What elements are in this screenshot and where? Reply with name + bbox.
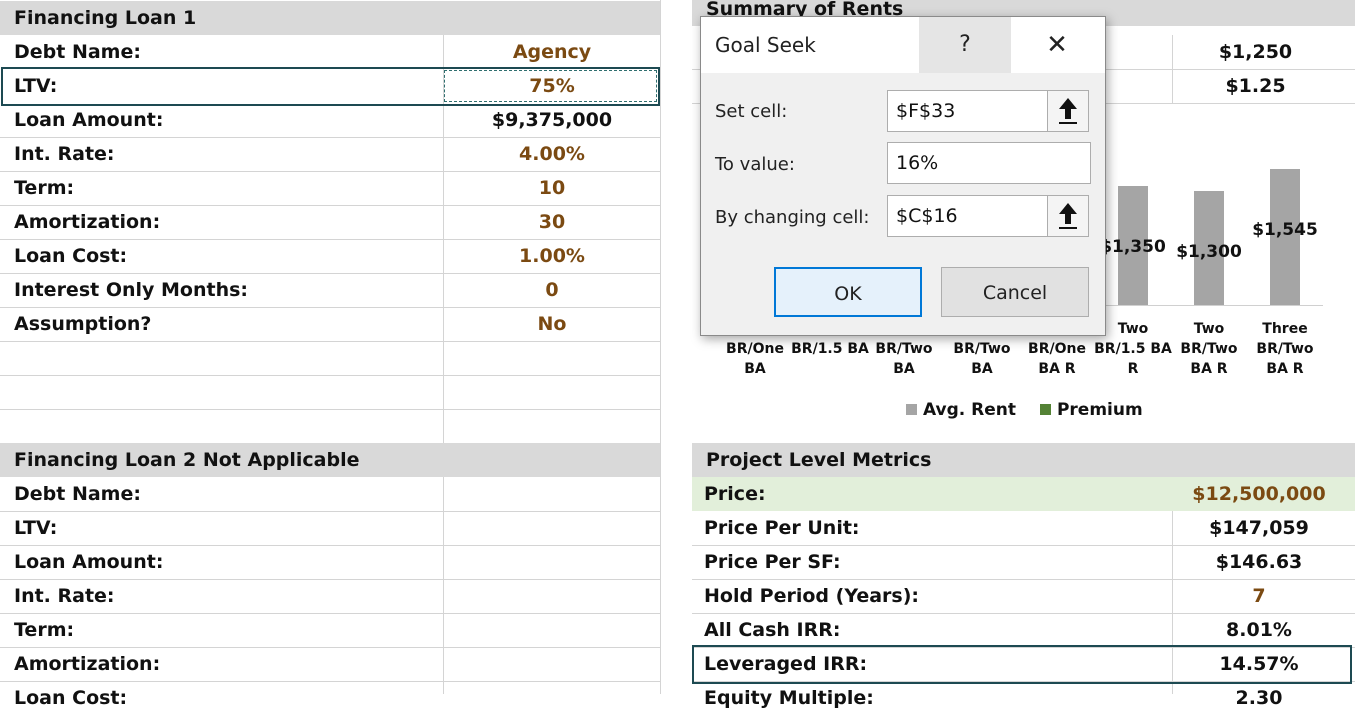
bar-data-label: $1,545 [1252, 220, 1318, 240]
metric-value[interactable]: 2.30 [1173, 681, 1345, 715]
set-cell-label: Set cell: [715, 101, 788, 122]
category-label: BR/Two BA [875, 341, 933, 377]
loan1-value[interactable]: 10 [444, 171, 660, 205]
metric-label[interactable]: Price Per Unit: [690, 511, 860, 545]
loan1-label[interactable]: Term: [0, 171, 74, 205]
help-button[interactable]: ? [919, 17, 1011, 73]
loan2-label[interactable]: Debt Name: [0, 477, 141, 511]
loan1-header[interactable]: Financing Loan 1 [0, 1, 660, 35]
by-changing-cell-label: By changing cell: [715, 207, 870, 228]
collapse-dialog-icon [1059, 98, 1077, 124]
loan1-value[interactable]: 30 [444, 205, 660, 239]
loan1-label[interactable]: Debt Name: [0, 35, 141, 69]
category-label: BR/One BA [726, 341, 784, 377]
leveraged-irr-row-highlight [692, 645, 1352, 684]
metric-label[interactable]: Equity Multiple: [690, 681, 874, 715]
loan1-value[interactable]: 4.00% [444, 137, 660, 171]
metric-label[interactable]: Price: [690, 477, 766, 511]
dialog-title: Goal Seek [715, 33, 816, 57]
metric-label[interactable]: All Cash IRR: [690, 613, 841, 647]
collapse-dialog-icon [1059, 203, 1077, 229]
loan1-label[interactable]: Interest Only Months: [0, 273, 248, 307]
set-cell-input[interactable]: $F$33 [887, 90, 1049, 132]
loan2-label[interactable]: Loan Amount: [0, 545, 163, 579]
cancel-button[interactable]: Cancel [941, 267, 1089, 317]
rent-value[interactable]: $1.25 [1173, 69, 1338, 103]
metric-value[interactable]: $147,059 [1173, 511, 1345, 545]
bar-data-label: $1,300 [1176, 241, 1242, 262]
set-cell-ref-button[interactable] [1047, 90, 1089, 132]
column-gridline [443, 477, 444, 694]
metric-value[interactable]: 7 [1173, 579, 1345, 613]
row-gridline [0, 341, 660, 342]
to-value-input[interactable]: 16% [887, 142, 1091, 184]
loan2-header[interactable]: Financing Loan 2 Not Applicable [0, 443, 660, 477]
loan1-label[interactable]: Loan Amount: [0, 103, 163, 137]
loan1-value[interactable]: 0 [444, 273, 660, 307]
loan1-label[interactable]: Int. Rate: [0, 137, 115, 171]
loan1-label[interactable]: Amortization: [0, 205, 160, 239]
row-gridline [0, 409, 660, 410]
loan1-value[interactable]: 1.00% [444, 239, 660, 273]
ok-button[interactable]: OK [774, 267, 922, 317]
legend-label-premium: Premium [1056, 400, 1143, 420]
metric-value-price[interactable]: $12,500,000 [1173, 477, 1345, 511]
metric-value[interactable]: 8.01% [1173, 613, 1345, 647]
loan2-label[interactable]: Amortization: [0, 647, 160, 681]
row-gridline [0, 511, 660, 512]
category-label: BR/Two BA [953, 341, 1011, 377]
goal-seek-dialog[interactable]: Goal Seek ? ✕ Set cell: $F$33 To value: … [700, 16, 1106, 336]
metric-label[interactable]: Hold Period (Years): [690, 579, 919, 613]
legend-swatch-premium [1039, 404, 1051, 415]
category-label: BR/1.5 BA [791, 341, 869, 357]
metric-value[interactable]: $146.63 [1173, 545, 1345, 579]
metric-label[interactable]: Price Per SF: [690, 545, 841, 579]
loan1-value[interactable]: Agency [444, 35, 660, 69]
row-gridline [0, 375, 660, 376]
loan1-label[interactable]: Assumption? [0, 307, 151, 341]
category-label: Three BR/Two BA R [1256, 321, 1314, 377]
dialog-title-bar[interactable]: Goal Seek ? ✕ [701, 17, 1105, 73]
loan2-label[interactable]: Loan Cost: [0, 681, 127, 715]
column-gridline [660, 0, 661, 694]
legend-swatch-avg-rent [906, 404, 917, 415]
category-label: Two BR/Two BA R [1180, 321, 1238, 377]
loan2-label[interactable]: LTV: [0, 511, 57, 545]
loan1-value[interactable]: $9,375,000 [444, 103, 660, 137]
close-icon: ✕ [1046, 30, 1068, 60]
loan1-label[interactable]: Loan Cost: [0, 239, 127, 273]
close-button[interactable]: ✕ [1011, 17, 1103, 73]
legend-label-avg-rent: Avg. Rent [923, 400, 1017, 420]
legend[interactable]: Avg. Rent Premium [906, 400, 1143, 422]
category-label: BR/One BA R [1028, 341, 1086, 377]
to-value-label: To value: [715, 154, 795, 175]
by-changing-cell-input[interactable]: $C$16 [887, 195, 1049, 237]
loan2-label[interactable]: Term: [0, 613, 74, 647]
row-gridline [0, 613, 660, 614]
loan2-label[interactable]: Int. Rate: [0, 579, 115, 613]
loan1-value[interactable]: No [444, 307, 660, 341]
rent-value[interactable]: $1,250 [1173, 35, 1338, 69]
by-changing-ref-button[interactable] [1047, 195, 1089, 237]
ltv-copy-marquee [444, 70, 657, 102]
metrics-header[interactable]: Project Level Metrics [692, 443, 1355, 477]
